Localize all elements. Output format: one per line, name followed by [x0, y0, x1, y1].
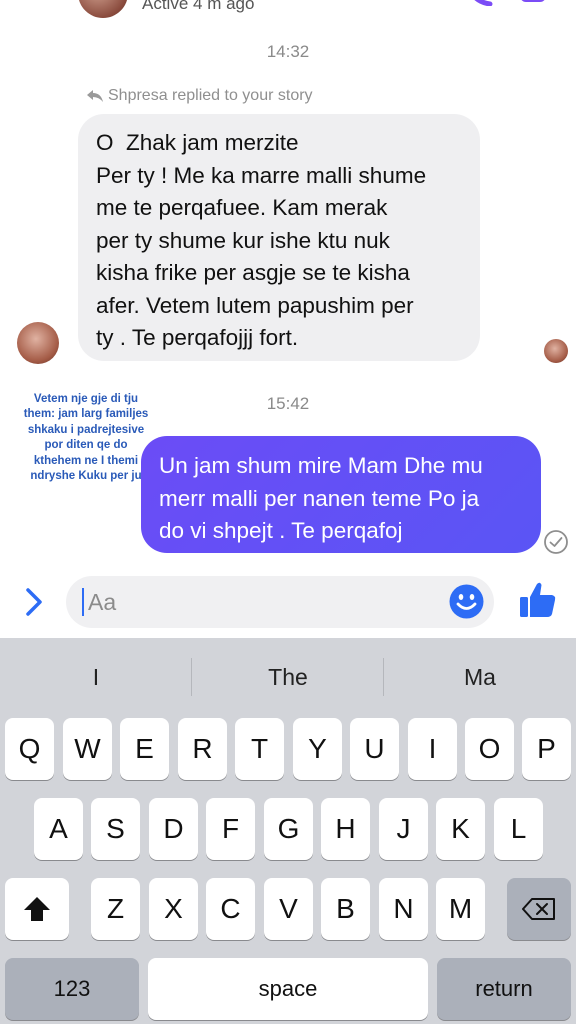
space-key[interactable]: space	[148, 958, 428, 1020]
key-w[interactable]: W	[63, 718, 112, 780]
key-j[interactable]: J	[379, 798, 428, 860]
story-line: por diten qe do	[44, 439, 128, 452]
key-y[interactable]: Y	[293, 718, 342, 780]
sender-avatar[interactable]	[17, 322, 59, 364]
message-line: O Zhak jam merzite	[96, 130, 299, 155]
key-s[interactable]: S	[91, 798, 140, 860]
message-placeholder: Aa	[88, 589, 117, 615]
shift-key[interactable]	[5, 878, 69, 940]
thumbs-up-icon[interactable]	[518, 580, 558, 620]
message-composer: Aa	[0, 570, 576, 634]
key-e[interactable]: E	[120, 718, 169, 780]
key-c[interactable]: C	[206, 878, 255, 940]
story-reply-note: Shpresa replied to your story	[86, 87, 313, 105]
return-key[interactable]: return	[437, 958, 571, 1020]
emoji-icon[interactable]	[449, 584, 484, 619]
story-line: ndryshe Kuku per ju	[30, 470, 142, 483]
key-m[interactable]: M	[436, 878, 485, 940]
story-reply-text: Shpresa replied to your story	[108, 87, 313, 104]
active-status: Active 4 m ago	[142, 0, 255, 13]
key-b[interactable]: B	[321, 878, 370, 940]
on-screen-keyboard: I The Ma Q W E R T Y U I O P A S D F G H…	[0, 638, 576, 1024]
shift-icon	[24, 897, 50, 921]
suggestion[interactable]: The	[192, 638, 384, 716]
chevron-right-icon[interactable]	[20, 586, 48, 618]
text-caret	[82, 588, 84, 616]
key-r[interactable]: R	[178, 718, 227, 780]
key-h[interactable]: H	[321, 798, 370, 860]
key-x[interactable]: X	[149, 878, 198, 940]
key-u[interactable]: U	[350, 718, 399, 780]
numbers-key[interactable]: 123	[5, 958, 139, 1020]
message-line: merr malli per nanen teme Po ja	[159, 485, 480, 511]
message-line: me te perqafuee. Kam merak	[96, 195, 388, 220]
key-l[interactable]: L	[494, 798, 543, 860]
timestamp: 15:42	[266, 394, 310, 413]
message-line: per ty shume kur ishe ktu nuk	[96, 227, 390, 253]
timestamp: 14:32	[266, 42, 310, 61]
backspace-icon	[522, 898, 555, 920]
key-k[interactable]: K	[436, 798, 485, 860]
message-input[interactable]	[66, 576, 494, 628]
back-arrow-icon[interactable]	[16, 0, 50, 10]
suggestion[interactable]: Ma	[384, 638, 576, 716]
conversation-header: Active 4 m ago	[0, 0, 576, 22]
key-t[interactable]: T	[235, 718, 284, 780]
incoming-message-bubble[interactable]: O Zhak jam merzite Per ty ! Me ka marre …	[78, 114, 480, 361]
message-line: Un jam shum mire Mam Dhe mu	[159, 453, 483, 478]
key-d[interactable]: D	[149, 798, 198, 860]
video-call-icon[interactable]	[520, 0, 548, 6]
contact-avatar[interactable]	[78, 0, 128, 18]
suggestion[interactable]: I	[0, 638, 192, 716]
story-line: shkaku i padrejtesive	[27, 423, 145, 436]
backspace-key[interactable]	[507, 878, 571, 940]
key-g[interactable]: G	[264, 798, 313, 860]
key-f[interactable]: F	[206, 798, 255, 860]
key-o[interactable]: O	[465, 718, 514, 780]
outgoing-message-bubble[interactable]: Un jam shum mire Mam Dhe mu merr malli p…	[141, 436, 541, 553]
reply-arrow-icon	[87, 90, 103, 102]
message-line: do vi shpejt . Te perqafoj	[159, 518, 403, 543]
sent-check-icon	[544, 530, 568, 554]
key-q[interactable]: Q	[5, 718, 54, 780]
key-v[interactable]: V	[264, 878, 313, 940]
key-z[interactable]: Z	[91, 878, 140, 940]
key-i[interactable]: I	[408, 718, 457, 780]
key-a[interactable]: A	[34, 798, 83, 860]
message-line: kisha frike per asgje se te kisha	[96, 260, 410, 285]
seen-avatar	[544, 339, 568, 363]
phone-call-icon[interactable]	[466, 0, 494, 6]
key-p[interactable]: P	[522, 718, 571, 780]
message-line: ty . Te perqafojjj fort.	[96, 325, 299, 350]
key-n[interactable]: N	[379, 878, 428, 940]
story-line: kthehem ne I themi	[33, 454, 139, 467]
message-line: Per ty ! Me ka marre malli shume	[96, 162, 427, 188]
message-line: afer. Vetem lutem papushim per	[96, 292, 414, 318]
